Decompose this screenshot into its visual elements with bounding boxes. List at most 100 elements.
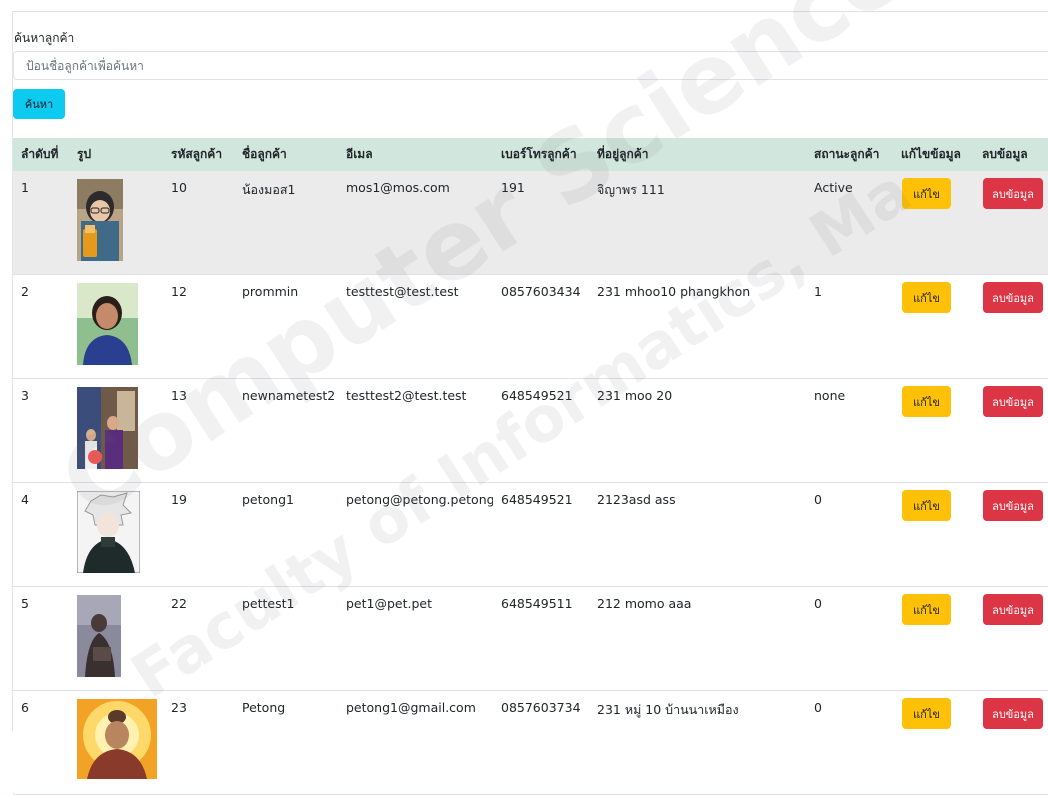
header-row: ลำดับที่ รูป รหัสลูกค้า ชื่อลูกค้า อีเมล… bbox=[13, 138, 1048, 171]
cell-status: 0 bbox=[806, 690, 893, 795]
cell-delete: ลบข้อมูล bbox=[974, 378, 1048, 483]
edit-button[interactable]: แก้ไข bbox=[902, 698, 951, 729]
col-header-id[interactable]: รหัสลูกค้า bbox=[163, 138, 234, 171]
edit-button[interactable]: แก้ไข bbox=[902, 282, 951, 313]
cell-id: 23 bbox=[163, 690, 234, 795]
cell-no: 2 bbox=[13, 274, 69, 379]
cell-delete: ลบข้อมูล bbox=[974, 690, 1048, 795]
cell-status: 0 bbox=[806, 586, 893, 691]
customer-photo bbox=[77, 595, 121, 677]
cell-edit: แก้ไข bbox=[893, 274, 974, 379]
cell-edit: แก้ไข bbox=[893, 378, 974, 483]
cell-phone: 648549511 bbox=[493, 586, 589, 691]
table-body: 1 10 น้องมอส1 mos1@mos.com 191 จิญาพร 11… bbox=[13, 171, 1048, 795]
cell-edit: แก้ไข bbox=[893, 171, 974, 275]
cell-delete: ลบข้อมูล bbox=[974, 482, 1048, 587]
cell-email: petong@petong.petong bbox=[338, 482, 493, 587]
cell-email: testtest2@test.test bbox=[338, 378, 493, 483]
delete-button[interactable]: ลบข้อมูล bbox=[983, 594, 1043, 625]
cell-image bbox=[69, 274, 163, 379]
col-header-email[interactable]: อีเมล bbox=[338, 138, 493, 171]
cell-name: prommin bbox=[234, 274, 338, 379]
cell-image bbox=[69, 378, 163, 483]
col-header-name[interactable]: ชื่อลูกค้า bbox=[234, 138, 338, 171]
table-row: 6 23 Petong petong1@gmail.com 0857603734… bbox=[13, 690, 1048, 795]
cell-edit: แก้ไข bbox=[893, 586, 974, 691]
cell-phone: 648549521 bbox=[493, 482, 589, 587]
col-header-phone[interactable]: เบอร์โทรลูกค้า bbox=[493, 138, 589, 171]
cell-address: 2123asd ass bbox=[589, 482, 806, 587]
cell-status: Active bbox=[806, 171, 893, 275]
cell-name: pettest1 bbox=[234, 586, 338, 691]
cell-email: mos1@mos.com bbox=[338, 171, 493, 275]
delete-button[interactable]: ลบข้อมูล bbox=[983, 698, 1043, 729]
customer-table: ลำดับที่ รูป รหัสลูกค้า ชื่อลูกค้า อีเมล… bbox=[13, 138, 1048, 795]
cell-name: newnametest2 bbox=[234, 378, 338, 483]
edit-button[interactable]: แก้ไข bbox=[902, 490, 951, 521]
search-input[interactable] bbox=[13, 51, 1048, 80]
cell-no: 6 bbox=[13, 690, 69, 795]
table-row: 2 12 prommin testtest@test.test 08576034… bbox=[13, 274, 1048, 379]
cell-image bbox=[69, 690, 163, 795]
customer-photo bbox=[77, 179, 123, 261]
cell-name: น้องมอส1 bbox=[234, 171, 338, 275]
cell-delete: ลบข้อมูล bbox=[974, 586, 1048, 691]
customer-photo bbox=[77, 283, 138, 365]
cell-edit: แก้ไข bbox=[893, 690, 974, 795]
customer-photo bbox=[77, 387, 138, 469]
cell-name: Petong bbox=[234, 690, 338, 795]
table-row: 4 19 petong1 petong@petong.petong 648549… bbox=[13, 482, 1048, 587]
customer-photo bbox=[77, 491, 140, 573]
col-header-address[interactable]: ที่อยู่ลูกค้า bbox=[589, 138, 806, 171]
cell-email: testtest@test.test bbox=[338, 274, 493, 379]
cell-no: 1 bbox=[13, 171, 69, 275]
col-header-edit[interactable]: แก้ไขข้อมูล bbox=[893, 138, 974, 171]
cell-id: 12 bbox=[163, 274, 234, 379]
cell-no: 5 bbox=[13, 586, 69, 691]
table-row: 5 22 pettest1 pet1@pet.pet 648549511 212… bbox=[13, 586, 1048, 691]
table-row: 3 13 newnametest2 testtest2@test.test 64… bbox=[13, 378, 1048, 483]
edit-button[interactable]: แก้ไข bbox=[902, 386, 951, 417]
table-header: ลำดับที่ รูป รหัสลูกค้า ชื่อลูกค้า อีเมล… bbox=[13, 138, 1048, 171]
cell-address: 212 momo aaa bbox=[589, 586, 806, 691]
cell-name: petong1 bbox=[234, 482, 338, 587]
cell-address: 231 หมู่ 10 บ้านนาเหมือง bbox=[589, 690, 806, 795]
cell-phone: 0857603434 bbox=[493, 274, 589, 379]
cell-image bbox=[69, 482, 163, 587]
delete-button[interactable]: ลบข้อมูล bbox=[983, 490, 1043, 521]
cell-no: 3 bbox=[13, 378, 69, 483]
search-label: ค้นหาลูกค้า bbox=[14, 31, 75, 45]
cell-id: 22 bbox=[163, 586, 234, 691]
cell-email: pet1@pet.pet bbox=[338, 586, 493, 691]
cell-image bbox=[69, 171, 163, 275]
col-header-image[interactable]: รูป bbox=[69, 138, 163, 171]
cell-status: 1 bbox=[806, 274, 893, 379]
cell-id: 19 bbox=[163, 482, 234, 587]
cell-delete: ลบข้อมูล bbox=[974, 171, 1048, 275]
search-button[interactable]: ค้นหา bbox=[13, 89, 65, 119]
cell-phone: 0857603734 bbox=[493, 690, 589, 795]
top-divider bbox=[12, 11, 1048, 12]
cell-phone: 191 bbox=[493, 171, 589, 275]
customer-page: ค้นหาลูกค้า ค้นหา ลำดับที่ รูป รหัสลูกค้… bbox=[0, 0, 1048, 795]
delete-button[interactable]: ลบข้อมูล bbox=[983, 386, 1043, 417]
cell-email: petong1@gmail.com bbox=[338, 690, 493, 795]
col-header-delete[interactable]: ลบข้อมูล bbox=[974, 138, 1048, 171]
table-row: 1 10 น้องมอส1 mos1@mos.com 191 จิญาพร 11… bbox=[13, 171, 1048, 275]
cell-delete: ลบข้อมูล bbox=[974, 274, 1048, 379]
cell-phone: 648549521 bbox=[493, 378, 589, 483]
cell-status: 0 bbox=[806, 482, 893, 587]
delete-button[interactable]: ลบข้อมูล bbox=[983, 282, 1043, 313]
delete-button[interactable]: ลบข้อมูล bbox=[983, 178, 1043, 209]
cell-id: 13 bbox=[163, 378, 234, 483]
customer-photo bbox=[77, 699, 157, 779]
cell-edit: แก้ไข bbox=[893, 482, 974, 587]
cell-address: จิญาพร 111 bbox=[589, 171, 806, 275]
col-header-status[interactable]: สถานะลูกค้า bbox=[806, 138, 893, 171]
cell-status: none bbox=[806, 378, 893, 483]
cell-no: 4 bbox=[13, 482, 69, 587]
col-header-no[interactable]: ลำดับที่ bbox=[13, 138, 69, 171]
edit-button[interactable]: แก้ไข bbox=[902, 178, 951, 209]
cell-address: 231 mhoo10 phangkhon bbox=[589, 274, 806, 379]
edit-button[interactable]: แก้ไข bbox=[902, 594, 951, 625]
